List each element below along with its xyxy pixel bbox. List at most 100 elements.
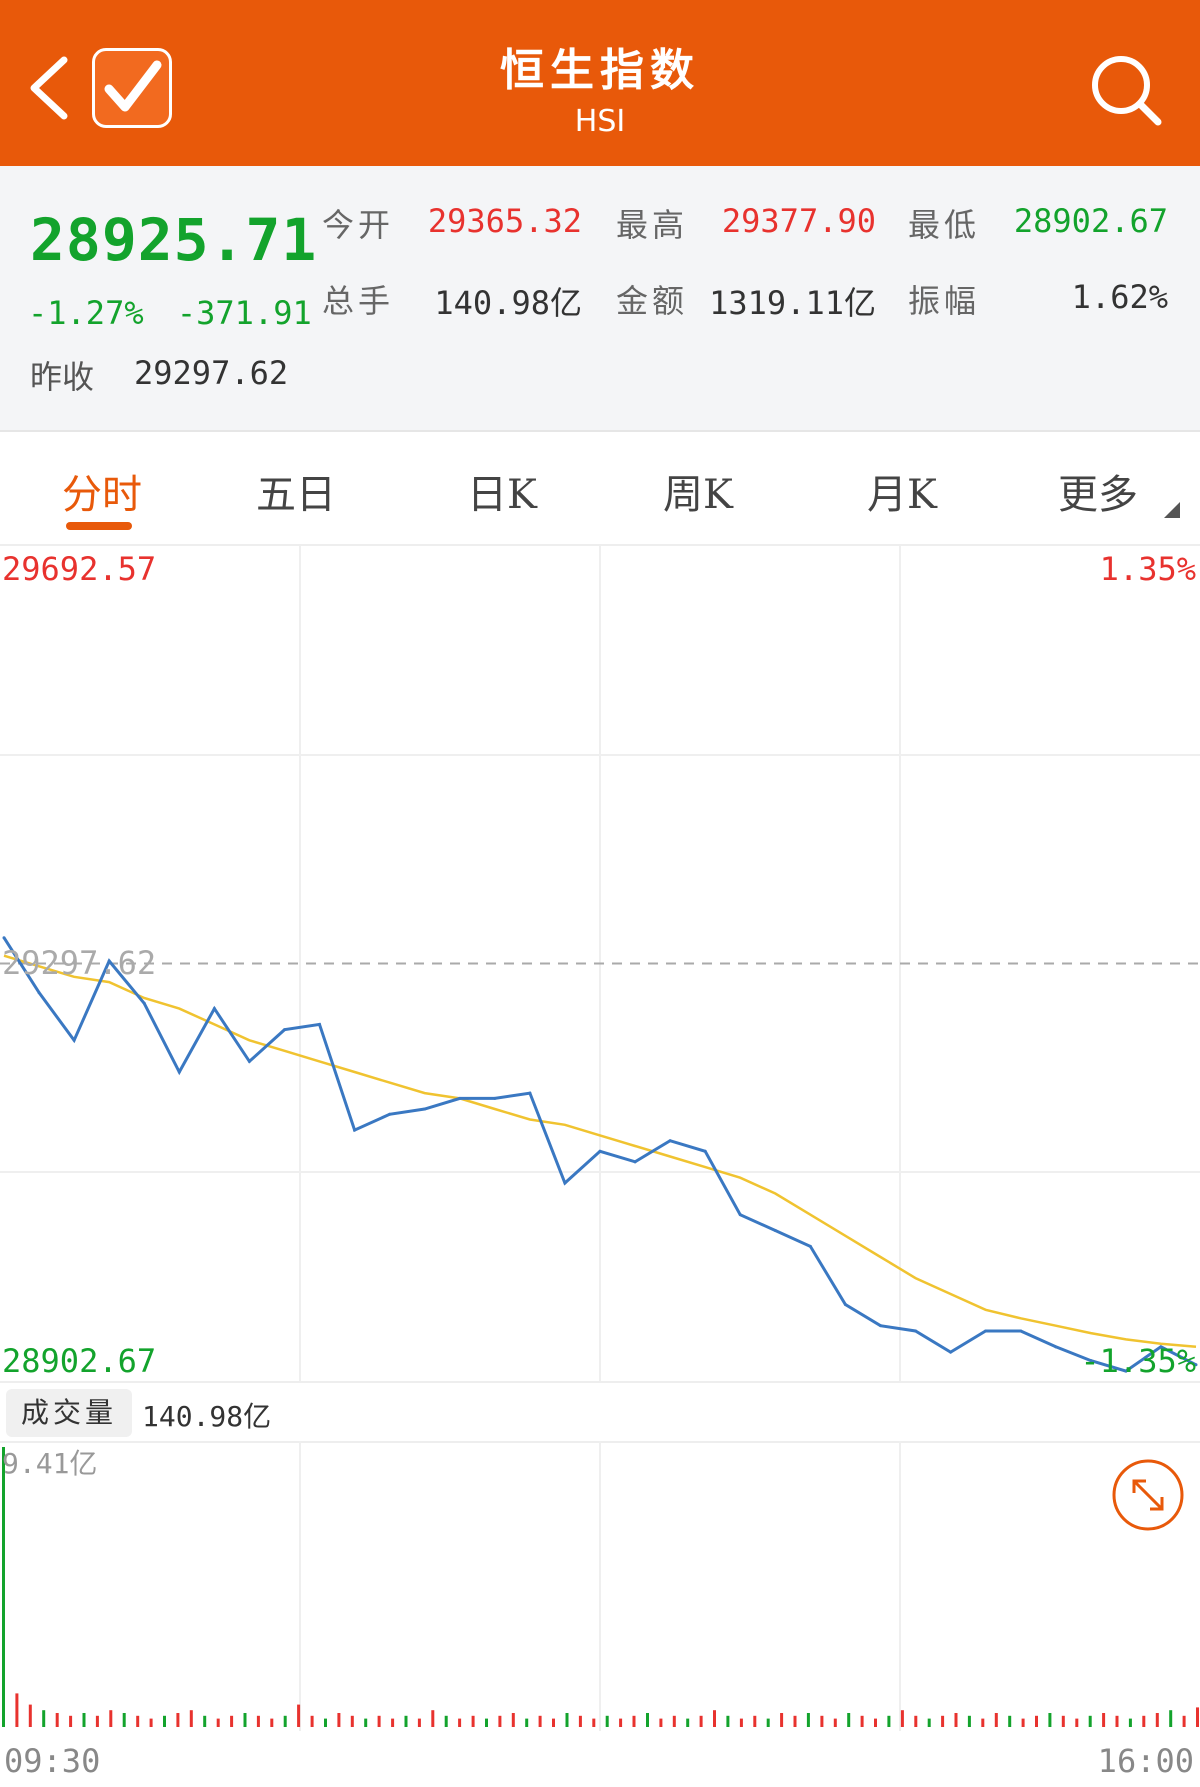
tab-five-day[interactable]: 五日 — [246, 462, 346, 520]
time-axis-end: 16:00 — [1097, 1742, 1194, 1780]
volume-bar — [753, 1715, 757, 1727]
volume-bar — [1169, 1710, 1173, 1727]
price-point — [914, 1329, 918, 1333]
page-subtitle: HSI — [574, 104, 626, 139]
stat-label-amplitude: 振幅 — [908, 282, 981, 320]
volume-bar — [967, 1715, 971, 1727]
volume-bar — [350, 1715, 354, 1727]
volume-bar — [364, 1718, 368, 1727]
intraday-price-chart[interactable]: 29692.57 1.35% 29297.62 28902.67 -1.35% — [0, 546, 1200, 1381]
volume-bar — [122, 1713, 126, 1727]
volume-bar — [592, 1718, 596, 1727]
price-point — [493, 1096, 497, 1100]
tab-intraday[interactable]: 分时 — [52, 462, 152, 520]
volume-bar — [324, 1718, 327, 1727]
volume-bar — [1021, 1718, 1025, 1727]
price-point — [773, 1229, 777, 1233]
change-percent: -1.27% — [28, 294, 144, 332]
volume-bar — [471, 1715, 475, 1727]
time-axis-start: 09:30 — [4, 1742, 101, 1780]
volume-bar — [337, 1713, 341, 1727]
volume-bar — [230, 1715, 234, 1727]
tab-daily-k[interactable]: 日K — [452, 462, 552, 520]
volume-bar — [806, 1713, 810, 1727]
volume-bar — [28, 1704, 32, 1727]
volume-bar — [927, 1718, 931, 1727]
price-point — [177, 1070, 181, 1074]
volume-bar — [981, 1718, 985, 1727]
price-point — [563, 1181, 567, 1185]
volume-bar — [511, 1713, 515, 1727]
volume-bar — [1196, 1707, 1199, 1727]
price-point — [984, 1329, 988, 1333]
more-dropdown-icon — [1164, 502, 1180, 518]
volume-bar — [1182, 1715, 1186, 1727]
volume-bar — [954, 1713, 958, 1727]
price-point — [458, 1096, 462, 1100]
y-axis-max-pct-label: 1.35% — [1100, 550, 1196, 588]
tab-monthly-k[interactable]: 月K — [852, 462, 952, 520]
volume-bar — [1048, 1713, 1052, 1727]
volume-bar — [216, 1718, 220, 1727]
volume-bar — [417, 1718, 421, 1727]
search-icon — [1092, 56, 1162, 126]
prev-close-label: 昨收 — [30, 358, 95, 396]
volume-bar — [699, 1715, 703, 1727]
volume-bar — [686, 1718, 690, 1727]
volume-bar — [444, 1715, 448, 1727]
price-point — [878, 1324, 882, 1328]
volume-bar — [874, 1718, 877, 1727]
price-point — [668, 1139, 672, 1143]
volume-bar — [149, 1718, 153, 1727]
volume-bar — [189, 1710, 193, 1727]
volume-bar — [565, 1713, 569, 1727]
stat-value-volume: 140.98亿 — [434, 284, 582, 322]
volume-bar — [713, 1710, 716, 1727]
expand-button[interactable] — [1112, 1459, 1184, 1531]
tab-more[interactable]: 更多 — [1048, 462, 1148, 520]
volume-bar — [1088, 1715, 1092, 1727]
volume-bar — [404, 1715, 408, 1727]
volume-max-label: 9.41亿 — [2, 1447, 97, 1480]
y-axis-baseline-label: 29297.62 — [2, 944, 156, 982]
volume-indicator-tag[interactable]: 成交量 — [6, 1389, 132, 1437]
volume-bar — [270, 1718, 274, 1727]
stat-value-open: 29365.32 — [427, 202, 582, 240]
volume-bar — [1061, 1715, 1065, 1727]
stat-label-open: 今开 — [322, 206, 395, 244]
volume-bar — [552, 1718, 555, 1727]
volume-bar — [619, 1718, 623, 1727]
volume-bar — [833, 1718, 837, 1727]
volume-bar — [1102, 1713, 1106, 1727]
tab-weekly-k[interactable]: 周K — [648, 462, 748, 520]
volume-bar — [176, 1713, 180, 1727]
volume-bar — [672, 1715, 676, 1727]
volume-bar — [256, 1715, 260, 1727]
volume-bar — [431, 1710, 435, 1727]
search-button[interactable] — [1088, 52, 1164, 128]
volume-bar — [1115, 1715, 1119, 1727]
page-title: 恒生指数 — [500, 45, 700, 96]
volume-header: 成交量 140.98亿 — [0, 1381, 1200, 1443]
price-point — [949, 1350, 953, 1354]
volume-bar — [739, 1718, 743, 1727]
price-point — [72, 1038, 76, 1042]
stat-label-high: 最高 — [616, 206, 689, 244]
volume-bar — [726, 1715, 730, 1727]
stat-label-volume: 总手 — [322, 282, 395, 320]
price-point — [703, 1149, 707, 1153]
price-point — [142, 1001, 146, 1005]
app-header: 恒生指数 HSI — [0, 0, 1200, 166]
price-point — [2, 936, 6, 940]
y-axis-min-label: 28902.67 — [2, 1342, 156, 1380]
y-axis-max-label: 29692.57 — [2, 550, 156, 588]
active-tab-indicator — [66, 522, 132, 530]
volume-bar — [646, 1713, 649, 1727]
stat-value-high: 29377.90 — [721, 202, 876, 240]
volume-bar — [847, 1713, 851, 1727]
volume-bar — [458, 1718, 462, 1727]
volume-bar — [632, 1715, 636, 1727]
volume-bar — [498, 1715, 502, 1727]
price-point — [1054, 1345, 1058, 1349]
volume-bar — [203, 1715, 207, 1727]
